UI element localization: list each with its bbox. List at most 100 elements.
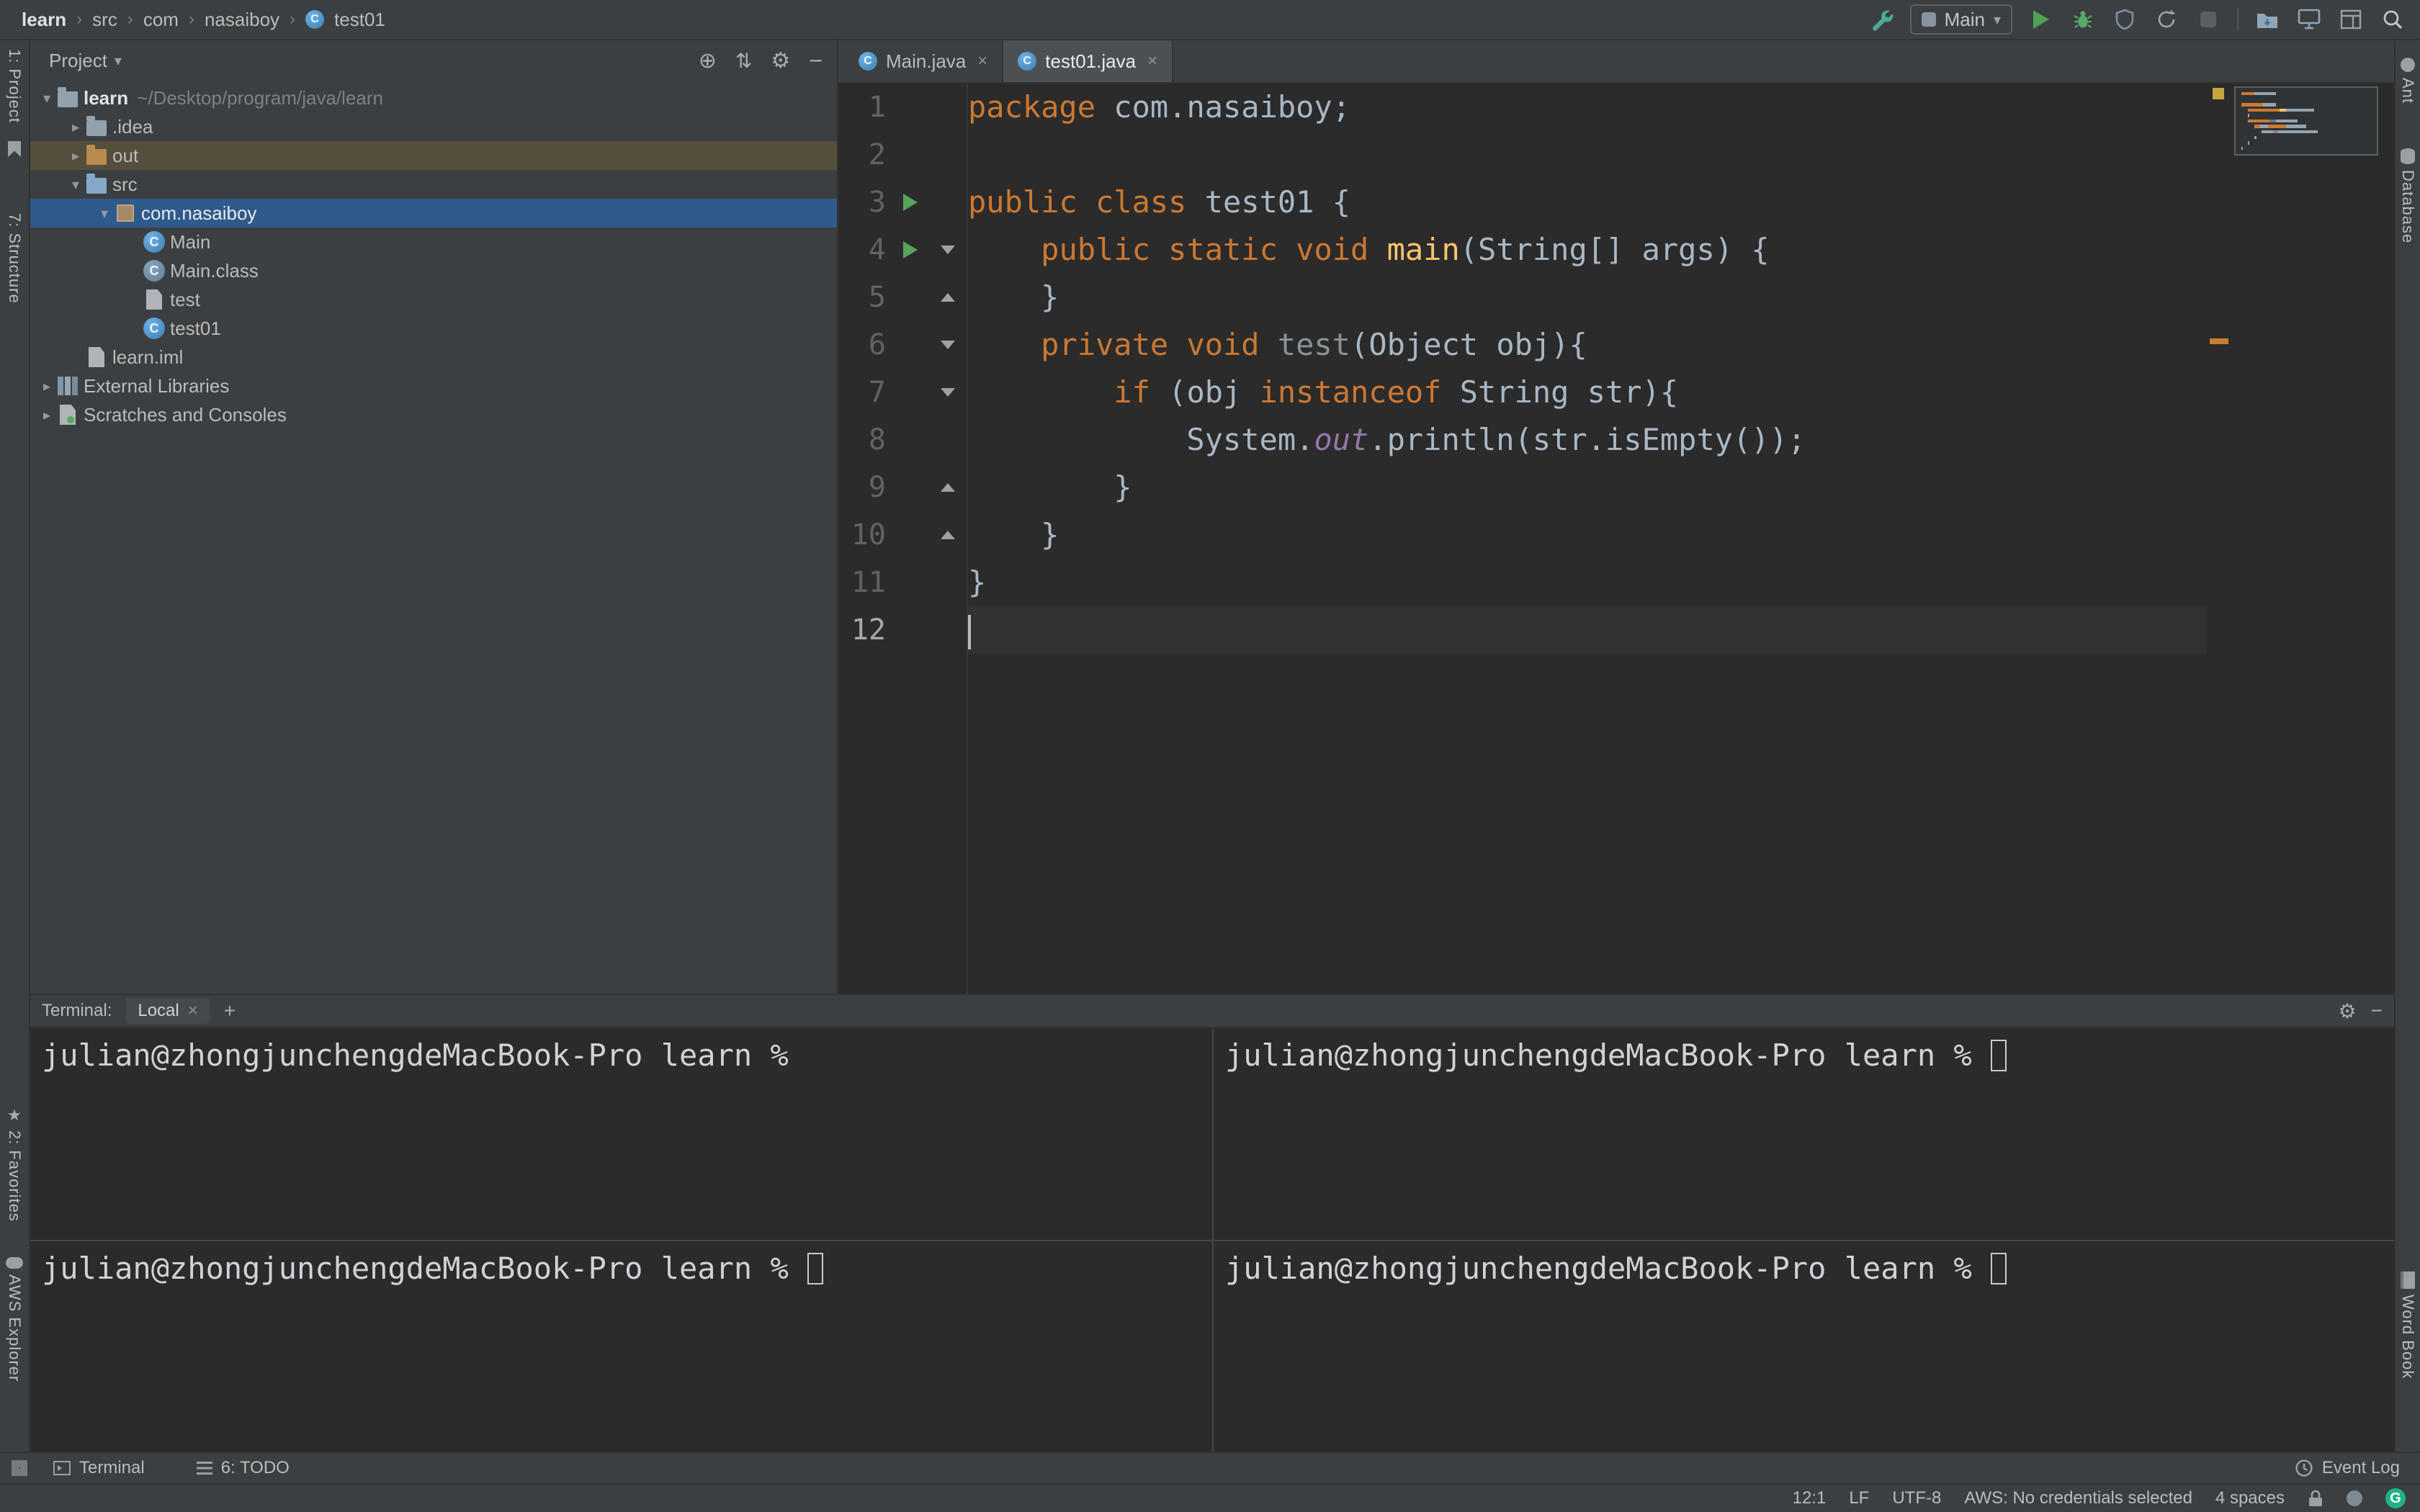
fold-up-icon[interactable] (941, 531, 955, 539)
inspections-icon[interactable] (2347, 1490, 2362, 1506)
indent-widget[interactable]: 4 spaces (2215, 1488, 2285, 1508)
tree-expand-arrow-icon[interactable]: ▸ (37, 406, 56, 424)
code-line[interactable]: } (968, 559, 2207, 606)
run-config-select[interactable]: Main ▾ (1909, 4, 2012, 35)
code-line[interactable]: if (obj instanceof String str){ (968, 369, 2207, 416)
code-line[interactable]: package com.nasaiboy; (968, 84, 2207, 131)
gear-icon[interactable]: ⚙ (2339, 999, 2357, 1023)
code-line[interactable]: private void test(Object obj){ (968, 321, 2207, 369)
tree-item-external-libraries[interactable]: ▸ External Libraries (30, 372, 837, 400)
terminal-stripe-button[interactable]: Terminal (53, 1458, 145, 1478)
minimize-icon[interactable]: − (809, 48, 823, 74)
folder-arrow-icon[interactable] (2254, 6, 2280, 32)
wrench-icon[interactable] (1868, 6, 1894, 32)
fold-down-icon[interactable] (941, 341, 955, 349)
coverage-icon[interactable] (2112, 6, 2138, 32)
encoding-widget[interactable]: UTF-8 (1892, 1488, 1941, 1508)
tree-collapse-arrow-icon[interactable]: ▾ (95, 204, 114, 222)
line-separator-widget[interactable]: LF (1849, 1488, 1869, 1508)
fold-up-icon[interactable] (941, 483, 955, 492)
close-icon[interactable]: × (1147, 51, 1157, 71)
terminal-pane-2[interactable]: julian@zhongjunchengdeMacBook-Pro learn … (1212, 1028, 2394, 1240)
tree-item-main[interactable]: C Main (30, 228, 837, 256)
breadcrumb-item[interactable]: src (92, 9, 117, 31)
code-line[interactable] (968, 131, 2207, 179)
minimap[interactable] (2234, 86, 2378, 156)
code-line[interactable]: } (968, 274, 2207, 321)
stripe-button-aws-explorer[interactable]: AWS Explorer (0, 1257, 29, 1382)
terminal-prompt: julian@zhongjunchengdeMacBook-Pro learn … (1225, 1038, 1972, 1073)
breadcrumb-item[interactable]: learn (22, 9, 66, 31)
change-stripe-mark[interactable] (2210, 338, 2228, 344)
locate-icon[interactable]: ⊕ (699, 48, 717, 73)
code-line[interactable]: } (968, 464, 2207, 511)
debug-icon[interactable] (2070, 6, 2096, 32)
profiler-icon[interactable] (2154, 6, 2179, 32)
fold-down-icon[interactable] (941, 246, 955, 254)
code-line[interactable]: public class test01 { (968, 179, 2207, 226)
tree-item-out[interactable]: ▸ out (30, 141, 837, 170)
bookmark-icon[interactable] (0, 141, 29, 157)
search-icon[interactable] (2380, 6, 2406, 32)
terminal-tab-local[interactable]: Local × (126, 998, 210, 1024)
navigation-bar: learn › src › com › nasaiboy › C test01 … (0, 0, 2420, 40)
terminal-pane-1[interactable]: julian@zhongjunchengdeMacBook-Pro learn … (30, 1028, 1212, 1240)
breadcrumb-item[interactable]: test01 (334, 9, 385, 31)
terminal-pane-4[interactable]: julian@zhongjunchengdeMacBook-Pro learn … (1212, 1240, 2394, 1452)
minimize-icon[interactable]: − (2371, 999, 2383, 1022)
lock-icon[interactable] (2308, 1489, 2323, 1508)
run-config-name: Main (1944, 8, 1985, 30)
tree-item-test01[interactable]: Ctest01 (30, 314, 837, 343)
todo-stripe-button[interactable]: 6: TODO (196, 1458, 290, 1478)
fold-up-icon[interactable] (941, 293, 955, 302)
expand-collapse-icon[interactable]: ⇅ (735, 49, 752, 73)
tree-collapse-arrow-icon[interactable]: ▾ (66, 176, 85, 194)
stripe-button-structure[interactable]: 7: Structure (0, 213, 29, 304)
event-log-button[interactable]: Event Log (2295, 1458, 2400, 1478)
tool-windows-button[interactable] (12, 1460, 27, 1476)
tree-item-learn-iml[interactable]: learn.iml (30, 343, 837, 372)
caret-position-widget[interactable]: 12:1 (1793, 1488, 1827, 1508)
monitor-icon[interactable] (2296, 6, 2322, 32)
stripe-button-word-book[interactable]: Word Book (2396, 1272, 2420, 1379)
tree-item-learn[interactable]: ▾ learn ~/Desktop/program/java/learn (30, 84, 837, 112)
stripe-button-favorites[interactable]: ★ 2: Favorites (0, 1106, 29, 1222)
run-line-icon[interactable] (903, 241, 918, 258)
tree-expand-arrow-icon[interactable]: ▸ (66, 147, 85, 165)
close-icon[interactable]: × (977, 51, 987, 71)
window-layout-icon[interactable] (2338, 6, 2364, 32)
panel-title[interactable]: Project (49, 50, 107, 72)
run-icon[interactable] (2028, 6, 2054, 32)
tree-item-test[interactable]: test (30, 285, 837, 314)
fold-down-icon[interactable] (941, 388, 955, 397)
stripe-label: AWS Explorer (6, 1274, 24, 1382)
tree-collapse-arrow-icon[interactable]: ▾ (37, 89, 56, 107)
tree-item-src[interactable]: ▾ src (30, 170, 837, 199)
tree-item-com-nasaiboy[interactable]: ▾ com.nasaiboy (30, 199, 837, 228)
terminal-pane-3[interactable]: julian@zhongjunchengdeMacBook-Pro learn … (30, 1240, 1212, 1452)
warning-stripe-mark[interactable] (2213, 88, 2224, 99)
gear-icon[interactable]: ⚙ (771, 48, 790, 73)
stripe-button-database[interactable]: Database (2396, 148, 2420, 243)
tree-expand-arrow-icon[interactable]: ▸ (37, 377, 56, 395)
tree-item-scratches-and-consoles[interactable]: ▸ Scratches and Consoles (30, 400, 837, 429)
breadcrumb-item[interactable]: nasaiboy (205, 9, 279, 31)
stripe-button-project[interactable]: 1: Project (0, 49, 29, 123)
tab-test01-java[interactable]: C test01.java × (1003, 40, 1174, 82)
aws-credentials-widget[interactable]: AWS: No credentials selected (1964, 1488, 2192, 1508)
breadcrumb-item[interactable]: com (143, 9, 179, 31)
run-line-icon[interactable] (903, 194, 918, 211)
code-line[interactable]: public static void main(String[] args) { (968, 226, 2207, 274)
tree-item-main-class[interactable]: C Main.class (30, 256, 837, 285)
tree-item--idea[interactable]: ▸ .idea (30, 112, 837, 141)
grammarly-icon[interactable]: G (2385, 1488, 2406, 1508)
close-icon[interactable]: × (188, 1001, 198, 1021)
new-terminal-button[interactable]: + (224, 999, 236, 1022)
code-line[interactable]: System.out.println(str.isEmpty()); (968, 416, 2207, 464)
stripe-button-ant[interactable]: Ant (2396, 58, 2420, 104)
tree-expand-arrow-icon[interactable]: ▸ (66, 118, 85, 136)
tab-main-java[interactable]: C Main.java × (844, 40, 1004, 82)
code-line[interactable] (968, 606, 2207, 654)
code-area[interactable]: package com.nasaiboy; public class test01… (968, 84, 2207, 994)
code-line[interactable]: } (968, 511, 2207, 559)
